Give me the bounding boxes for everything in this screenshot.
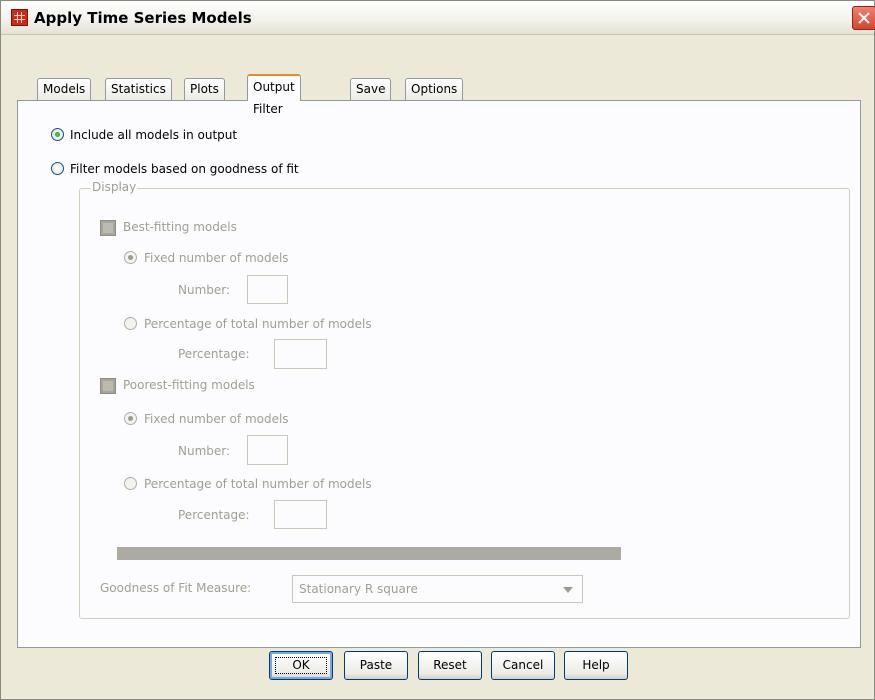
include-all-label: Include all models in output [70, 128, 238, 142]
poorest-number-input[interactable] [247, 435, 288, 465]
apply-time-series-models-dialog: Apply Time Series Models Models Statisti… [0, 0, 875, 700]
fit-measure-label: Goodness of Fit Measure: [100, 581, 252, 595]
tab-statistics[interactable]: Statistics [105, 78, 172, 100]
close-button[interactable] [852, 6, 875, 30]
tab-output-filter[interactable]: Output Filter [247, 74, 301, 116]
title-bar: Apply Time Series Models [1, 1, 875, 35]
reset-button[interactable]: Reset [418, 651, 482, 680]
include-all-radio[interactable] [51, 128, 64, 141]
cancel-button-label: Cancel [502, 658, 544, 672]
paste-button[interactable]: Paste [344, 651, 408, 680]
close-icon [858, 12, 870, 24]
filter-by-fit-radio[interactable] [51, 162, 64, 175]
poorest-percentage-label: Percentage: [178, 508, 250, 522]
help-button-label: Help [582, 658, 610, 672]
cancel-button[interactable]: Cancel [491, 651, 555, 680]
tab-models[interactable]: Models [37, 78, 92, 100]
best-percentage-input[interactable] [274, 339, 327, 369]
focus-ring [275, 657, 327, 674]
best-fitting-label: Best-fitting models [123, 220, 237, 234]
separator-bar [117, 547, 621, 560]
poorest-fixed-number-label: Fixed number of models [144, 412, 289, 426]
poorest-fitting-label: Poorest-fitting models [123, 378, 255, 392]
best-number-input[interactable] [247, 275, 288, 304]
tab-options[interactable]: Options [405, 78, 464, 100]
best-percentage-label: Percentage: [178, 347, 250, 361]
poorest-fitting-checkbox[interactable] [100, 378, 116, 394]
spss-app-icon [11, 9, 28, 26]
best-percentage-option-label: Percentage of total number of models [144, 317, 372, 331]
poorest-number-label: Number: [178, 444, 231, 458]
reset-button-label: Reset [433, 658, 467, 672]
best-number-label: Number: [178, 283, 231, 297]
poorest-percentage-input[interactable] [274, 500, 327, 529]
best-fixed-number-radio[interactable] [124, 251, 137, 264]
fit-measure-value: Stationary R square [299, 582, 418, 596]
poorest-fixed-number-radio[interactable] [124, 412, 137, 425]
fit-measure-select[interactable]: Stationary R square [292, 575, 583, 603]
window-title: Apply Time Series Models [34, 9, 252, 27]
poorest-percentage-option-label: Percentage of total number of models [144, 477, 372, 491]
chevron-down-icon [563, 587, 573, 593]
paste-button-label: Paste [359, 658, 393, 672]
filter-by-fit-label: Filter models based on goodness of fit [70, 162, 299, 176]
help-button[interactable]: Help [564, 651, 628, 680]
display-legend: Display [91, 180, 138, 194]
best-fixed-number-label: Fixed number of models [144, 251, 289, 265]
best-fitting-checkbox[interactable] [100, 220, 116, 236]
tab-save[interactable]: Save [350, 78, 392, 100]
best-percentage-radio[interactable] [124, 317, 137, 330]
poorest-percentage-radio[interactable] [124, 477, 137, 490]
ok-button[interactable]: OK [269, 651, 333, 680]
tab-plots[interactable]: Plots [184, 78, 225, 100]
